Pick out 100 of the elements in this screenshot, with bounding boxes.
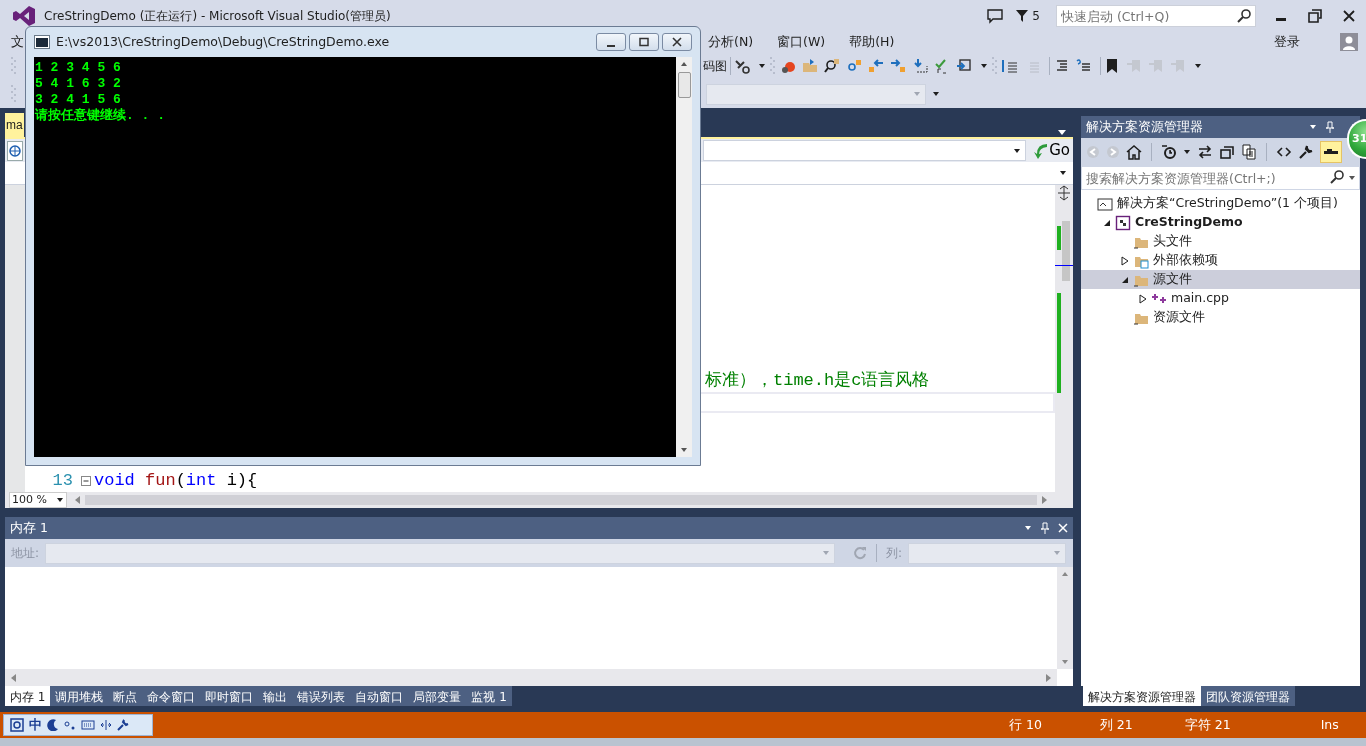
scroll-right-icon[interactable] bbox=[1041, 495, 1049, 505]
maximize-button[interactable] bbox=[629, 32, 659, 51]
menu-item[interactable]: 帮助(H) bbox=[849, 32, 895, 52]
dropdown-icon[interactable] bbox=[1024, 524, 1032, 532]
overflow-caret-icon[interactable] bbox=[980, 62, 988, 70]
tree-item[interactable]: 解决方案“CreStringDemo”(1 个项目) bbox=[1081, 194, 1360, 213]
tree-item[interactable]: 资源文件 bbox=[1081, 308, 1360, 327]
browser-button[interactable] bbox=[7, 140, 23, 161]
collapse-icon[interactable] bbox=[81, 476, 91, 486]
expanded-icon[interactable] bbox=[1103, 218, 1111, 227]
list-question-icon[interactable] bbox=[1075, 58, 1091, 74]
pin-icon[interactable] bbox=[1040, 522, 1050, 534]
keyboard-icon[interactable] bbox=[81, 719, 95, 731]
caret-icon[interactable] bbox=[1059, 169, 1067, 177]
wrench-icon[interactable] bbox=[117, 719, 129, 731]
collapse-all-icon[interactable] bbox=[1219, 144, 1235, 160]
indent-icon[interactable] bbox=[1002, 58, 1018, 74]
panel-tab[interactable]: 团队资源管理器 bbox=[1201, 686, 1295, 706]
caret-icon[interactable] bbox=[1183, 148, 1191, 156]
search-icon[interactable] bbox=[1330, 170, 1344, 184]
close-button[interactable] bbox=[662, 32, 692, 51]
scroll-up-icon[interactable] bbox=[1061, 570, 1069, 578]
quick-launch-field[interactable]: 快速启动 (Ctrl+Q) bbox=[1056, 5, 1256, 27]
history-icon[interactable] bbox=[1161, 144, 1177, 160]
collapsed-icon[interactable] bbox=[1121, 255, 1129, 266]
menu-item[interactable]: 分析(N) bbox=[708, 32, 754, 52]
close-icon[interactable] bbox=[1342, 9, 1356, 23]
tab-list-caret-icon[interactable] bbox=[1057, 127, 1067, 137]
overflow-caret-icon[interactable] bbox=[932, 90, 940, 98]
panel-tab[interactable]: 自动窗口 bbox=[350, 686, 409, 706]
moon-icon[interactable] bbox=[47, 719, 59, 731]
avatar-icon[interactable] bbox=[1340, 33, 1358, 51]
panel-tab[interactable]: 即时窗口 bbox=[200, 686, 259, 706]
scrollbar-thumb[interactable] bbox=[85, 495, 1037, 505]
panel-tab[interactable]: 监视 1 bbox=[466, 686, 512, 706]
scroll-left-icon[interactable] bbox=[9, 672, 17, 683]
horizontal-scrollbar[interactable] bbox=[5, 669, 1057, 686]
dropdown-icon[interactable] bbox=[1309, 123, 1317, 131]
sign-in-link[interactable]: 登录 bbox=[1274, 32, 1300, 52]
sync-icon[interactable] bbox=[1197, 144, 1213, 160]
expanded-icon[interactable] bbox=[1121, 275, 1129, 284]
vertical-scrollbar[interactable] bbox=[1055, 185, 1073, 492]
wrench-icon[interactable] bbox=[1298, 144, 1314, 160]
restore-icon[interactable] bbox=[1308, 9, 1322, 23]
left-arrow-icon[interactable] bbox=[868, 58, 884, 74]
punctuation-icon[interactable] bbox=[64, 719, 76, 731]
tree-item[interactable]: 外部依赖项 bbox=[1081, 251, 1360, 270]
folder-arrow-icon[interactable] bbox=[802, 58, 818, 74]
panel-tab[interactable]: 解决方案资源管理器 bbox=[1083, 686, 1201, 706]
panel-tab[interactable]: 局部变量 bbox=[408, 686, 467, 706]
address-field[interactable] bbox=[45, 542, 836, 564]
tree-item[interactable]: 源文件 bbox=[1081, 270, 1360, 289]
split-icon[interactable] bbox=[1057, 185, 1071, 201]
tree-item[interactable]: main.cpp bbox=[1081, 289, 1360, 308]
panel-tab[interactable]: 断点 bbox=[108, 686, 143, 706]
scroll-down-icon[interactable] bbox=[680, 446, 688, 454]
preview-icon[interactable] bbox=[1324, 149, 1338, 155]
right-arrow-icon[interactable] bbox=[890, 58, 906, 74]
search-field[interactable]: 搜索解决方案资源管理器(Ctrl+;) bbox=[1081, 166, 1360, 190]
menu-item[interactable]: 窗口(W) bbox=[777, 32, 826, 52]
ime-logo-icon[interactable] bbox=[10, 718, 24, 732]
panel-tab[interactable]: 调用堆栈 bbox=[50, 686, 109, 706]
vertical-scrollbar[interactable] bbox=[1057, 567, 1073, 669]
scrollbar-thumb[interactable] bbox=[1062, 221, 1070, 281]
find-folder-icon[interactable] bbox=[824, 58, 840, 74]
bookmark-icon[interactable] bbox=[1104, 58, 1120, 74]
tree-item[interactable]: CreStringDemo bbox=[1081, 213, 1360, 232]
zoom-dropdown[interactable]: 100 % bbox=[9, 492, 67, 508]
step-into-icon[interactable] bbox=[912, 58, 928, 74]
overflow-caret-icon[interactable] bbox=[1194, 62, 1202, 70]
caret-icon[interactable] bbox=[1348, 174, 1356, 182]
scroll-right-icon[interactable] bbox=[1045, 672, 1053, 683]
overflow-caret-icon[interactable] bbox=[758, 62, 766, 70]
ime-mode[interactable]: 中 bbox=[29, 715, 42, 735]
collapsed-icon[interactable] bbox=[1139, 293, 1147, 304]
panel-tab[interactable]: 输出 bbox=[258, 686, 293, 706]
editor-tab[interactable]: ma bbox=[5, 113, 24, 137]
caret-icon[interactable] bbox=[56, 496, 64, 504]
search-icon[interactable] bbox=[1237, 9, 1251, 23]
panel-tab[interactable]: 错误列表 bbox=[292, 686, 351, 706]
panel-tab[interactable]: 内存 1 bbox=[5, 686, 51, 706]
home-icon[interactable] bbox=[1126, 144, 1142, 160]
scroll-left-icon[interactable] bbox=[73, 495, 81, 505]
scroll-down-icon[interactable] bbox=[1061, 658, 1069, 666]
tree-item[interactable]: 头文件 bbox=[1081, 232, 1360, 251]
vertical-scrollbar[interactable] bbox=[676, 56, 692, 457]
show-files-icon[interactable] bbox=[1241, 144, 1257, 160]
caret-icon[interactable] bbox=[1013, 146, 1022, 155]
link-icon[interactable] bbox=[734, 58, 750, 74]
find-icon[interactable] bbox=[846, 58, 862, 74]
preview-toggle-button[interactable] bbox=[1320, 141, 1342, 163]
copy-icon[interactable] bbox=[956, 58, 972, 74]
minimize-button[interactable] bbox=[596, 32, 626, 51]
menu-item[interactable]: 文 bbox=[11, 32, 24, 52]
chat-icon[interactable] bbox=[986, 8, 1005, 24]
arrows-icon[interactable] bbox=[100, 719, 112, 731]
panel-tab[interactable]: 命令窗口 bbox=[142, 686, 201, 706]
scrollbar-thumb[interactable] bbox=[677, 71, 691, 98]
pin-icon[interactable] bbox=[1325, 121, 1335, 133]
filter-icon[interactable] bbox=[1016, 9, 1029, 23]
